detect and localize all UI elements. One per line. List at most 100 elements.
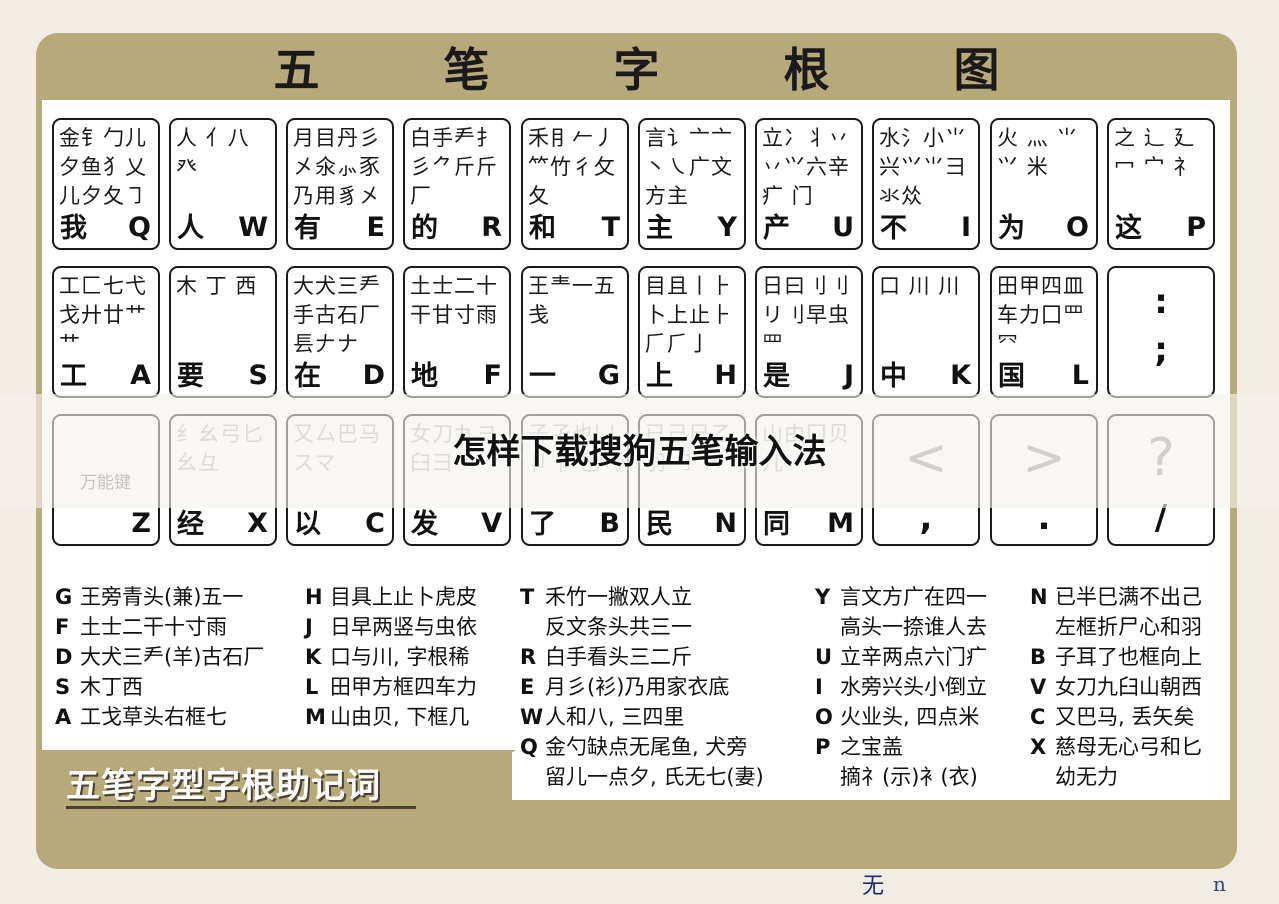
- mnemonic-line: E 月彡(衫)乃用家衣底: [520, 672, 764, 702]
- key-letter: E: [366, 212, 385, 243]
- mnemonic-text: 田甲方框四车力: [330, 675, 477, 699]
- mnemonic-text: 之宝盖: [840, 735, 903, 759]
- mnemonic-key: B: [1030, 645, 1047, 669]
- key-letter: Q: [128, 212, 151, 243]
- mnemonic-text: 目具上止卜虎皮: [330, 585, 477, 609]
- key-k: 口 川 川中 K: [872, 266, 980, 398]
- key-main-char: 人: [177, 213, 204, 244]
- mnemonic-key: J: [305, 615, 313, 639]
- key-g: 王龶一五戋一 G: [521, 266, 629, 398]
- watermark-fragment: n: [1213, 872, 1226, 896]
- key-letter: F: [483, 360, 502, 391]
- mnemonic-column: G 王旁青头(兼)五一 F 土士二干十寸雨 D 大犬三龵(羊)古石厂 S 木丁西 A 工戈草头右框…: [55, 582, 264, 732]
- mnemonic-line: D 大犬三龵(羊)古石厂: [55, 642, 264, 672]
- mnemonic-text: 山由贝, 下框几: [330, 705, 470, 729]
- key-t: 禾⺝𠂉丿⺮竹彳攵夂和 T: [521, 118, 629, 250]
- mnemonic-line: A 工戈草头右框七: [55, 702, 264, 732]
- key-p: 之 辶 廴冖 宀 礻这 P: [1107, 118, 1215, 250]
- key-roots: 禾⺝𠂉丿⺮竹彳攵夂: [528, 126, 616, 208]
- title-char: 五: [273, 43, 320, 97]
- mnemonic-line: S 木丁西: [55, 672, 264, 702]
- mnemonic-text: 水旁兴头小倒立: [840, 675, 987, 699]
- key-main-char: 是: [763, 361, 790, 392]
- mnemonic-text: 女刀九臼山朝西: [1055, 675, 1202, 699]
- key-letter: S: [248, 360, 268, 391]
- mnemonic-key: A: [55, 705, 72, 729]
- key-letter: Y: [717, 212, 737, 243]
- key-a: 工匚七弋戈廾廿艹艹工 A: [52, 266, 160, 398]
- mnemonic-text: 高头一捺谁人去: [840, 615, 987, 639]
- key-roots: 工匚七弋戈廾廿艹艹: [59, 274, 147, 356]
- key-i: 水氵小⺌兴⺍⺌⺕氺𠈌 不 I: [872, 118, 980, 250]
- key-roots: 火 灬 ⺌⺍ 米: [997, 126, 1079, 179]
- key-letter: H: [714, 360, 737, 391]
- key-symbol: :: [1154, 282, 1168, 322]
- title-char: 图: [953, 43, 1000, 97]
- key-l: 田甲四皿车力囗罒㓁国 L: [990, 266, 1098, 398]
- key-roots: 金钅勹儿夕鱼犭乂儿夕夂㇆: [59, 126, 147, 208]
- mnemonic-text: 口与川, 字根稀: [330, 645, 470, 669]
- mnemonic-column: H 目具上止卜虎皮 J 日早两竖与虫依 K 口与川, 字根稀 L 田甲方框四车力 M 山由贝, 下…: [305, 582, 477, 732]
- key-letter: G: [597, 360, 620, 391]
- mnemonic-text: 反文条头共三一: [545, 615, 692, 639]
- key-letter: Z: [131, 508, 151, 539]
- helper-title: 五笔字型字根助记词: [66, 766, 381, 806]
- key-d: 大犬三龵手古石厂镸𠂇ナ在 D: [286, 266, 394, 398]
- key-roots: 目且丨⺊卜上止⺊𠂆⺁亅: [645, 274, 733, 356]
- key-letter: W: [238, 212, 268, 243]
- mnemonic-key: C: [1030, 705, 1046, 729]
- mnemonic-text: 禾竹一撇双人立: [545, 585, 692, 609]
- mnemonic-line: 左框折尸心和羽: [1030, 612, 1202, 642]
- mnemonic-text: 工戈草头右框七: [80, 705, 227, 729]
- key-letter: L: [1071, 360, 1089, 391]
- key-main-char: 这: [1115, 213, 1142, 244]
- mnemonic-line: 幼无力: [1030, 762, 1202, 792]
- key-letter: O: [1066, 212, 1089, 243]
- key-roots: 言讠亠亠丶㇏广文方主: [645, 126, 733, 208]
- key-u: 立冫丬丷丷⺍六辛疒 门产 U: [755, 118, 863, 250]
- mnemonic-key: U: [815, 645, 833, 669]
- mnemonic-line: Q 金勺缺点无尾鱼, 犬旁: [520, 732, 764, 762]
- mnemonic-text: 幼无力: [1055, 765, 1118, 789]
- key-j: 日曰刂刂リ刂早虫罒是 J: [755, 266, 863, 398]
- key-letter: X: [247, 508, 268, 539]
- key-f: 土士二十干甘寸雨地 F: [403, 266, 511, 398]
- mnemonic-line: G 王旁青头(兼)五一: [55, 582, 264, 612]
- mnemonic-line: L 田甲方框四车力: [305, 672, 477, 702]
- key-letter: N: [714, 508, 737, 539]
- mnemonic-line: T 禾竹一撇双人立: [520, 582, 764, 612]
- mnemonic-line: 反文条头共三一: [520, 612, 764, 642]
- mnemonic-line: P 之宝盖: [815, 732, 987, 762]
- key-main-char: 地: [411, 361, 438, 392]
- mnemonic-key: L: [305, 675, 319, 699]
- mnemonic-text: 王旁青头(兼)五一: [80, 585, 244, 609]
- mnemonic-line: O 火业头, 四点米: [815, 702, 987, 732]
- key-roots: 田甲四皿车力囗罒㓁: [997, 274, 1085, 356]
- key-s: 木 丁 西要 S: [169, 266, 277, 398]
- key-main-char: 产: [763, 213, 790, 244]
- mnemonic-line: R 白手看头三二斤: [520, 642, 764, 672]
- mnemonic-text: 土士二干十寸雨: [80, 615, 227, 639]
- key-main-char: 我: [60, 213, 87, 244]
- mnemonic-line: I 水旁兴头小倒立: [815, 672, 987, 702]
- mnemonic-key: K: [305, 645, 322, 669]
- key-o: 火 灬 ⺌⺍ 米为 O: [990, 118, 1098, 250]
- key-main-char: 主: [646, 213, 673, 244]
- key-main-char: 要: [177, 361, 204, 392]
- mnemonic-column: N 已半巳满不出己 左框折尸心和羽 B 子耳了也框向上 V 女刀九臼山朝西 C 又巴马, 丢矢矣…: [1030, 582, 1202, 792]
- mnemonic-line: W人和八, 三四里: [520, 702, 764, 732]
- mnemonic-key: O: [815, 705, 833, 729]
- key-main-char: 中: [880, 361, 907, 392]
- mnemonic-key: T: [520, 585, 535, 609]
- key-main-char: 的: [411, 213, 438, 244]
- mnemonic-line: U 立辛两点六门疒: [815, 642, 987, 672]
- chart-title: 五 笔 字 根 图: [36, 36, 1237, 98]
- mnemonic-line: 摘礻(示)衤(衣): [815, 762, 987, 792]
- mnemonic-text: 日早两竖与虫依: [330, 615, 477, 639]
- key-symbol: :;: [1107, 266, 1215, 398]
- key-roots: 木 丁 西: [176, 274, 258, 298]
- mnemonic-text: 子耳了也框向上: [1055, 645, 1202, 669]
- mnemonic-text: 月彡(衫)乃用家衣底: [545, 675, 730, 699]
- mnemonic-key: R: [520, 645, 537, 669]
- mnemonic-key: D: [55, 645, 73, 669]
